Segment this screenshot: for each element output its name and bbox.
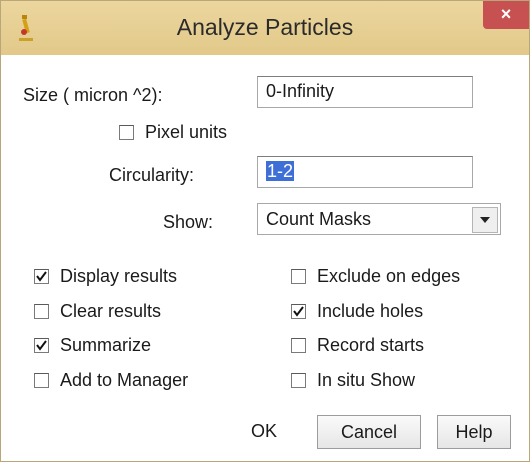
exclude-on-edges-checkbox[interactable]: Exclude on edges	[291, 266, 460, 287]
show-select[interactable]: Count Masks	[257, 203, 501, 235]
help-button[interactable]: Help	[437, 415, 511, 449]
show-label: Show:	[163, 212, 214, 232]
clear-results-checkbox[interactable]: Clear results	[34, 301, 161, 322]
display-results-label: Display results	[60, 266, 178, 286]
record-starts-label: Record starts	[317, 335, 425, 355]
window-title: Analyze Particles	[176, 14, 354, 40]
pixel-units-label: Pixel units	[145, 122, 228, 142]
circularity-label: Circularity:	[109, 165, 195, 185]
in-situ-show-checkbox[interactable]: In situ Show	[291, 370, 415, 391]
summarize-label: Summarize	[60, 335, 152, 355]
circularity-input[interactable]: 1-2	[257, 156, 473, 188]
show-selected-value: Count Masks	[266, 209, 372, 229]
include-holes-label: Include holes	[317, 301, 424, 321]
pixel-units-checkbox[interactable]: Pixel units	[119, 122, 227, 143]
display-results-checkbox[interactable]: Display results	[34, 266, 177, 287]
clear-results-box[interactable]	[34, 304, 49, 319]
size-label: Size ( micron ^2):	[23, 85, 163, 105]
cancel-button[interactable]: Cancel	[317, 415, 421, 449]
display-results-box[interactable]	[34, 269, 49, 284]
title-bar[interactable]: Analyze Particles ×	[1, 1, 529, 55]
add-to-manager-box[interactable]	[34, 373, 49, 388]
analyze-particles-dialog: Analyze Particles × Size ( micron ^2): 0…	[0, 0, 530, 462]
in-situ-show-label: In situ Show	[317, 370, 416, 390]
exclude-on-edges-label: Exclude on edges	[317, 266, 461, 286]
include-holes-box[interactable]	[291, 304, 306, 319]
pixel-units-box[interactable]	[119, 125, 134, 140]
size-input[interactable]: 0-Infinity	[257, 76, 473, 108]
summarize-checkbox[interactable]: Summarize	[34, 335, 151, 356]
close-button[interactable]: ×	[483, 1, 529, 29]
circularity-value-selected: 1-2	[266, 161, 295, 181]
ok-button[interactable]: OK	[237, 415, 291, 449]
exclude-on-edges-box[interactable]	[291, 269, 306, 284]
add-to-manager-label: Add to Manager	[60, 370, 189, 390]
include-holes-checkbox[interactable]: Include holes	[291, 301, 423, 322]
record-starts-checkbox[interactable]: Record starts	[291, 335, 424, 356]
add-to-manager-checkbox[interactable]: Add to Manager	[34, 370, 188, 391]
in-situ-show-box[interactable]	[291, 373, 306, 388]
clear-results-label: Clear results	[60, 301, 162, 321]
record-starts-box[interactable]	[291, 338, 306, 353]
summarize-box[interactable]	[34, 338, 49, 353]
chevron-down-icon[interactable]	[472, 207, 498, 233]
dialog-body: Size ( micron ^2): 0-Infinity Pixel unit…	[1, 55, 529, 461]
